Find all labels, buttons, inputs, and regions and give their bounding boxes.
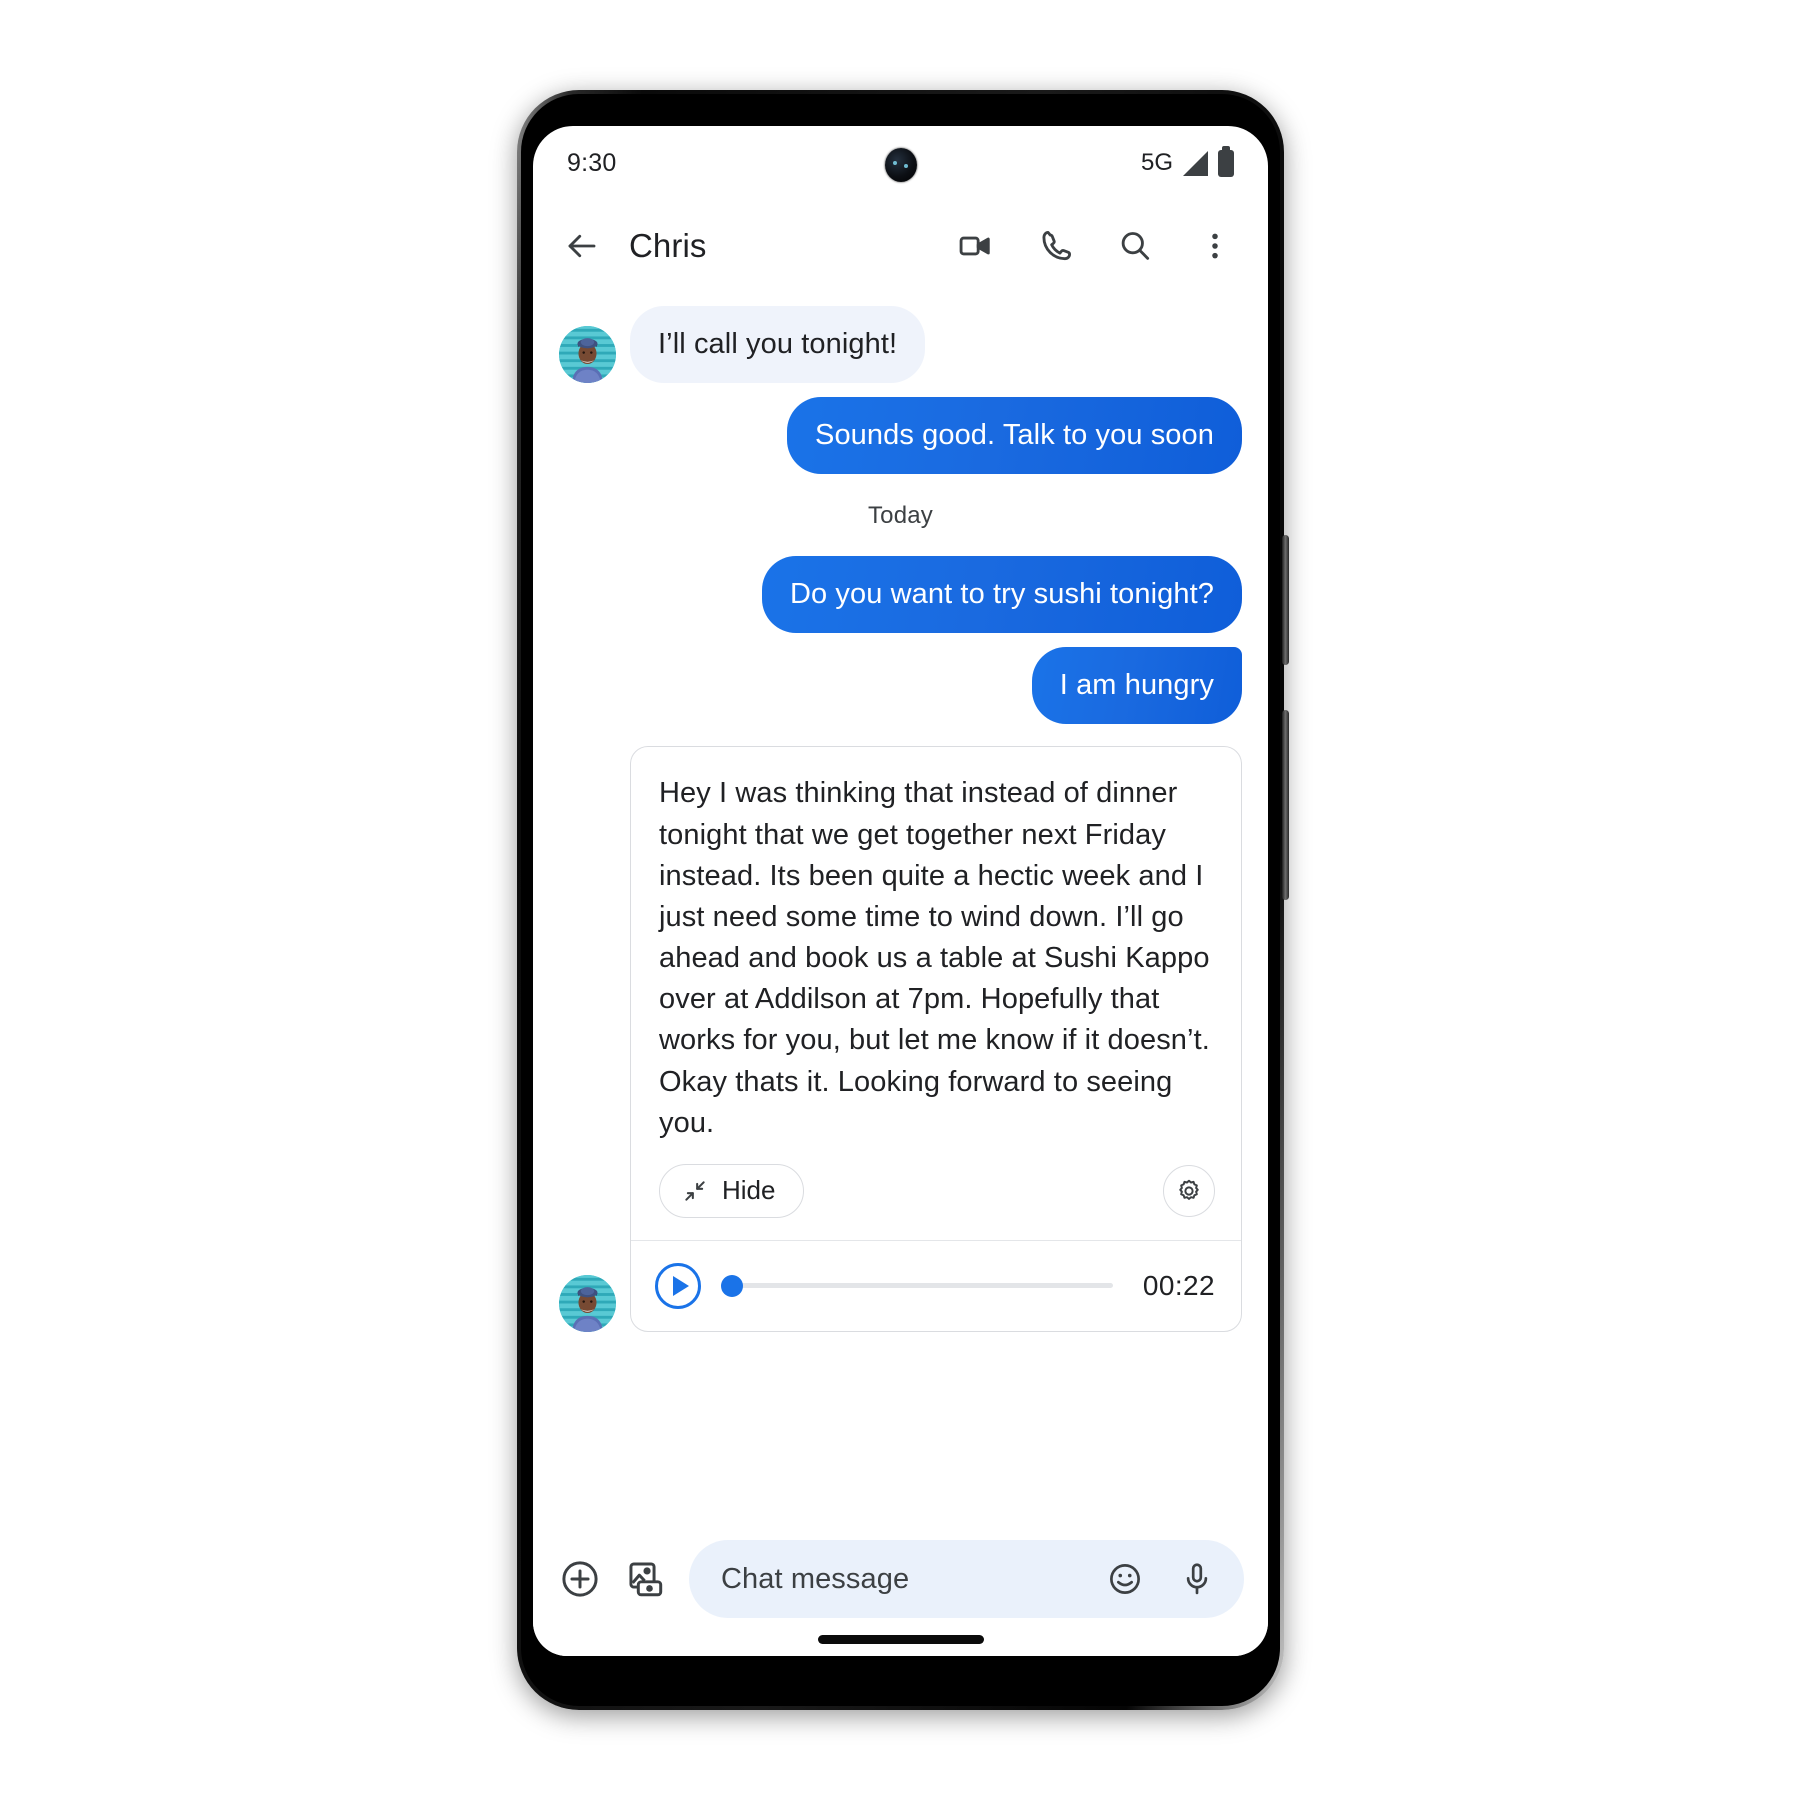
plus-circle-icon xyxy=(562,1561,598,1597)
contact-avatar-image xyxy=(559,1274,616,1332)
voice-record-button[interactable] xyxy=(1174,1556,1220,1602)
power-button[interactable] xyxy=(1282,535,1289,665)
voice-message-row: Hey I was thinking that instead of dinne… xyxy=(559,746,1242,1332)
transcript-settings-button[interactable] xyxy=(1163,1164,1215,1217)
gear-icon xyxy=(1179,1179,1199,1200)
screenshot-canvas: 9:30 5G Chris I’ll call you tonight! Sou… xyxy=(0,0,1800,1800)
hide-transcript-button[interactable]: Hide xyxy=(659,1163,805,1218)
transcript-controls: Hide xyxy=(631,1150,1241,1240)
overflow-menu-icon xyxy=(1212,233,1218,259)
scrubber-thumb[interactable] xyxy=(721,1274,743,1297)
message-bubble[interactable]: I am hungry xyxy=(1031,647,1242,725)
message-row-outgoing: Sounds good. Talk to you soon xyxy=(559,397,1242,475)
transcript-body: Hey I was thinking that instead of dinne… xyxy=(631,747,1241,1150)
avatar xyxy=(559,326,616,384)
front-camera-punch-hole-icon xyxy=(884,148,917,182)
audio-duration: 00:22 xyxy=(1142,1269,1215,1301)
scrubber-track xyxy=(721,1283,1113,1289)
message-row-outgoing: I am hungry xyxy=(559,647,1242,725)
microphone-icon xyxy=(1186,1563,1208,1595)
play-button[interactable] xyxy=(655,1262,701,1309)
volume-rocker-button[interactable] xyxy=(1282,710,1289,900)
play-icon xyxy=(672,1275,689,1296)
conversation-title: Chris xyxy=(629,227,707,264)
audio-player: 00:22 xyxy=(631,1241,1241,1331)
more-options-button[interactable] xyxy=(1192,223,1238,269)
voice-transcript-card: Hey I was thinking that instead of dinne… xyxy=(630,746,1242,1332)
voice-call-button[interactable] xyxy=(1032,223,1078,269)
collapse-arrows-icon xyxy=(685,1181,705,1201)
video-camera-icon xyxy=(959,236,990,256)
avatar xyxy=(559,1274,616,1332)
status-indicators: 5G xyxy=(1140,145,1234,177)
contact-avatar-image xyxy=(559,326,616,384)
message-bubble[interactable]: Sounds good. Talk to you soon xyxy=(787,397,1242,475)
arrow-back-icon xyxy=(568,234,596,258)
message-thread[interactable]: I’ll call you tonight! Sounds good. Talk… xyxy=(533,292,1268,1506)
emoji-smiley-icon xyxy=(1110,1564,1140,1594)
day-divider: Today xyxy=(867,502,934,530)
audio-scrubber[interactable] xyxy=(721,1274,1113,1297)
battery-full-icon xyxy=(1218,145,1234,177)
phone-icon xyxy=(1042,230,1071,261)
chat-input-placeholder: Chat message xyxy=(721,1562,910,1595)
status-clock: 9:30 xyxy=(567,148,617,177)
gallery-button[interactable] xyxy=(623,1556,669,1602)
app-bar-actions xyxy=(952,223,1238,269)
attach-button[interactable] xyxy=(557,1556,603,1602)
message-bubble[interactable]: Do you want to try sushi tonight? xyxy=(761,556,1242,634)
search-icon xyxy=(1121,232,1150,260)
hide-button-label: Hide xyxy=(722,1175,776,1206)
emoji-button[interactable] xyxy=(1102,1556,1148,1602)
search-button[interactable] xyxy=(1112,223,1158,269)
transcript-text: Hey I was thinking that instead of dinne… xyxy=(659,777,1210,1139)
gesture-navigation-bar[interactable] xyxy=(817,1635,984,1644)
signal-bars-icon xyxy=(1183,150,1208,176)
message-bubble[interactable]: I’ll call you tonight! xyxy=(630,306,926,384)
image-camera-icon xyxy=(629,1562,663,1597)
phone-screen: 9:30 5G Chris I’ll call you tonight! Sou… xyxy=(533,126,1268,1656)
chat-input-field[interactable]: Chat message xyxy=(689,1540,1244,1618)
message-row-outgoing: Do you want to try sushi tonight? xyxy=(559,556,1242,634)
back-button[interactable] xyxy=(559,223,605,269)
status-bar: 9:30 5G xyxy=(533,126,1268,200)
message-row-incoming: I’ll call you tonight! xyxy=(559,306,1242,384)
conversation-app-bar: Chris xyxy=(533,200,1268,292)
phone-device-frame: 9:30 5G Chris I’ll call you tonight! Sou… xyxy=(517,90,1289,1710)
video-call-button[interactable] xyxy=(952,223,998,269)
network-type-label: 5G xyxy=(1140,149,1173,176)
